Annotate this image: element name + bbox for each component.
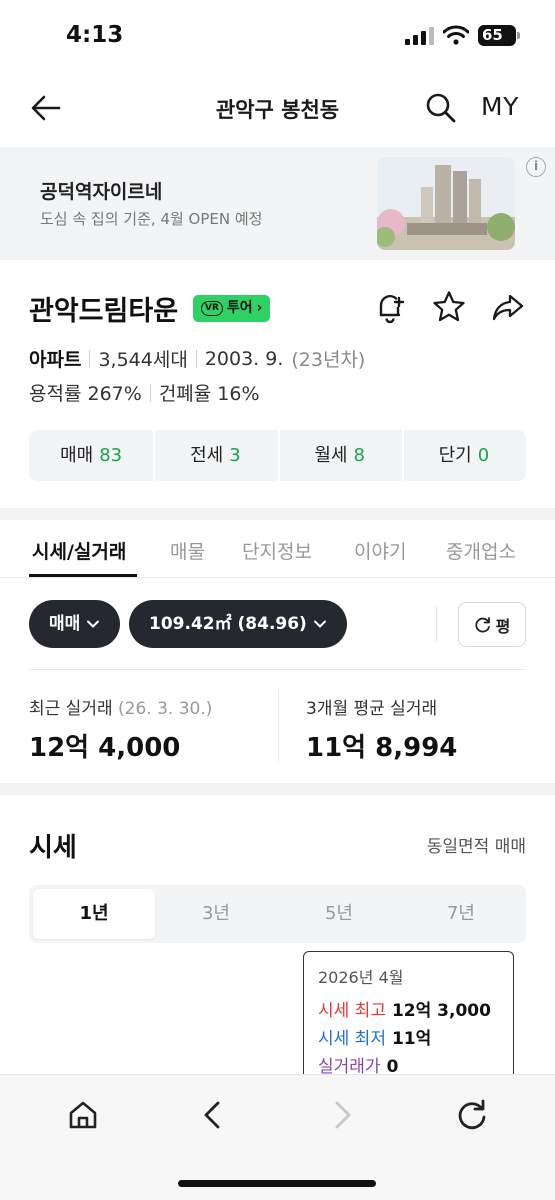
period-3y[interactable]: 3년: [155, 889, 277, 939]
same-area-sale-link[interactable]: 동일면적 매매: [427, 832, 526, 857]
dropdown-value: 매매: [49, 614, 81, 634]
divider: [278, 690, 279, 762]
tab-stories[interactable]: 이야기: [354, 537, 406, 564]
tab-complex-info[interactable]: 단지정보: [242, 537, 312, 564]
chevron-down-icon: [87, 620, 100, 628]
built-date: 2003. 9.: [204, 347, 284, 370]
deal-count: 83: [99, 445, 123, 466]
avg-3m-price: 11억 8,994: [306, 733, 458, 763]
browser-forward-icon: [335, 1101, 351, 1129]
section-divider: [0, 508, 555, 520]
star-icon[interactable]: [431, 289, 467, 325]
tab-price-history[interactable]: 시세/실거래: [32, 537, 126, 564]
deal-label: 단기: [438, 445, 472, 466]
share-icon[interactable]: [490, 289, 526, 325]
building-age: (23년차): [291, 349, 366, 371]
battery-icon: 65: [478, 25, 520, 46]
low-label: 시세 최저: [318, 1029, 386, 1049]
deal-monthly[interactable]: 월세 8: [277, 430, 402, 481]
tooltip-high: 시세 최고 12억 3,000: [318, 996, 491, 1021]
my-button[interactable]: MY: [481, 92, 519, 121]
app-header: 관악구 봉천동 MY: [0, 74, 555, 144]
deal-counts: 매매 83 전세 3 월세 8 단기 0: [29, 430, 526, 481]
chevron-right-icon: ›: [256, 300, 263, 316]
active-tab-indicator: [29, 574, 137, 577]
deal-label: 매매: [60, 445, 94, 466]
tooltip-date: 2026년 4월: [318, 968, 404, 987]
floor-area-ratio: 용적률 267%: [29, 383, 142, 405]
section-title: 시세: [29, 833, 77, 863]
building-coverage-ratio: 건폐율 16%: [158, 383, 260, 405]
reload-icon[interactable]: [452, 1095, 492, 1135]
label-text: 최근 실거래: [29, 699, 113, 719]
divider: [195, 349, 197, 368]
banner-title: 공덕역자이르네: [40, 181, 163, 203]
high-label: 시세 최고: [318, 1001, 386, 1021]
property-ratios: 용적률 267% 건폐율 16%: [29, 379, 260, 406]
tab-listings[interactable]: 매물: [170, 537, 205, 564]
tooltip-low: 시세 최저 11억: [318, 1024, 431, 1049]
vr-icon: VR: [201, 301, 223, 316]
divider: [29, 669, 526, 670]
deal-label: 전세: [190, 445, 224, 466]
tab-agencies[interactable]: 중개업소: [446, 537, 516, 564]
divider: [89, 349, 91, 368]
recent-deal-price: 12억 4,000: [29, 733, 181, 763]
refresh-icon: [475, 616, 490, 632]
deal-type-dropdown[interactable]: 매매: [29, 600, 121, 648]
deal-jeonse[interactable]: 전세 3: [153, 430, 277, 481]
price-tooltip: 2026년 4월 시세 최고 12억 3,000 시세 최저 11억 실거래가 0: [303, 951, 514, 1081]
browser-toolbar: [0, 1074, 555, 1200]
property-summary: 아파트 3,544세대 2003. 9. (23년차): [29, 345, 365, 372]
home-indicator: [178, 1180, 376, 1187]
info-icon[interactable]: i: [526, 157, 546, 177]
status-time: 4:13: [66, 22, 124, 48]
avg-3m-label: 3개월 평균 실거래: [306, 699, 438, 719]
recent-deal-label: 최근 실거래 (26. 3. 30.): [29, 694, 212, 719]
vr-tour-badge[interactable]: VR 투어 ›: [193, 295, 271, 322]
deal-label: 월세: [314, 445, 348, 466]
chevron-down-icon: [313, 620, 326, 628]
low-value: 11억: [391, 1029, 432, 1049]
dropdown-value: 109.42㎡ (84.96): [149, 614, 307, 634]
households: 3,544세대: [98, 349, 188, 371]
period-selector: 1년 3년 5년 7년: [29, 885, 526, 943]
status-bar: 4:13 65: [0, 0, 555, 74]
deal-count: 3: [229, 445, 241, 466]
unit-label: 평: [495, 616, 511, 636]
tour-label: 투어: [226, 300, 253, 316]
divider: [149, 383, 151, 402]
property-name: 관악드림타운: [29, 296, 179, 327]
deal-short-term[interactable]: 단기 0: [401, 430, 526, 481]
period-5y[interactable]: 5년: [278, 889, 400, 939]
recent-deal-date: (26. 3. 30.): [118, 699, 213, 719]
deal-count: 0: [477, 445, 490, 466]
deal-sale[interactable]: 매매 83: [29, 430, 153, 481]
banner-image: [377, 157, 515, 250]
deal-count: 8: [353, 445, 365, 466]
area-dropdown[interactable]: 109.42㎡ (84.96): [129, 600, 347, 648]
cellular-signal-icon: [405, 27, 434, 45]
section-divider: [0, 783, 555, 795]
pyeong-toggle-button[interactable]: 평: [458, 602, 526, 647]
property-type: 아파트: [29, 349, 82, 371]
browser-back-icon[interactable]: [193, 1095, 233, 1135]
high-value: 12억 3,000: [391, 1001, 491, 1021]
divider: [436, 606, 437, 642]
wifi-icon: [443, 25, 469, 45]
home-icon[interactable]: [63, 1095, 103, 1135]
period-1y[interactable]: 1년: [33, 889, 155, 939]
search-icon[interactable]: [423, 90, 459, 126]
period-7y[interactable]: 7년: [400, 889, 522, 939]
tab-bar: 시세/실거래 매물 단지정보 이야기 중개업소: [0, 520, 555, 578]
ad-banner[interactable]: 공덕역자이르네 도심 속 집의 기준, 4월 OPEN 예정 i: [0, 147, 555, 260]
banner-subtitle: 도심 속 집의 기준, 4월 OPEN 예정: [40, 210, 263, 228]
bell-plus-icon[interactable]: [372, 289, 408, 325]
page-title: 관악구 봉천동: [215, 98, 340, 122]
